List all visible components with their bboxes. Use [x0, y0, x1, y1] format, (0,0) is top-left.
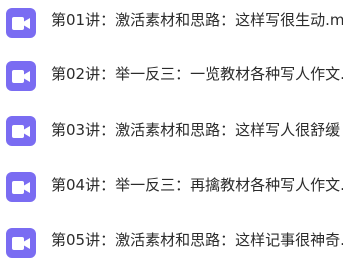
file-name: 第02讲：举一反三：一览教材各种写人作文... — [51, 65, 343, 83]
list-item-file-02[interactable]: 第02讲：举一反三：一览教材各种写人作文... — [0, 49, 343, 102]
video-file-icon — [6, 61, 36, 91]
list-item-file-01[interactable]: 第01讲：激活素材和思路：这样写很生动.mp — [0, 0, 343, 53]
video-file-icon — [6, 8, 36, 38]
list-item-file-04[interactable]: 第04讲：举一反三：再擒教材各种写人作文... — [0, 159, 343, 212]
file-name: 第03讲：激活素材和思路：这样写人很舒缓 — [51, 121, 341, 139]
list-item-file-05[interactable]: 第05讲：激活素材和思路：这样记事很神奇... — [0, 214, 343, 267]
file-name: 第01讲：激活素材和思路：这样写很生动.mp — [51, 11, 343, 29]
file-list: 第01讲：激活素材和思路：这样写很生动.mp 第02讲：举一反三：一览教材各种写… — [0, 0, 343, 267]
video-file-icon — [6, 228, 36, 258]
video-file-icon — [6, 116, 36, 146]
list-item-file-03[interactable]: 第03讲：激活素材和思路：这样写人很舒缓 — [0, 104, 343, 157]
video-file-icon — [6, 172, 36, 202]
file-name: 第05讲：激活素材和思路：这样记事很神奇... — [51, 231, 343, 249]
file-name: 第04讲：举一反三：再擒教材各种写人作文... — [51, 176, 343, 194]
